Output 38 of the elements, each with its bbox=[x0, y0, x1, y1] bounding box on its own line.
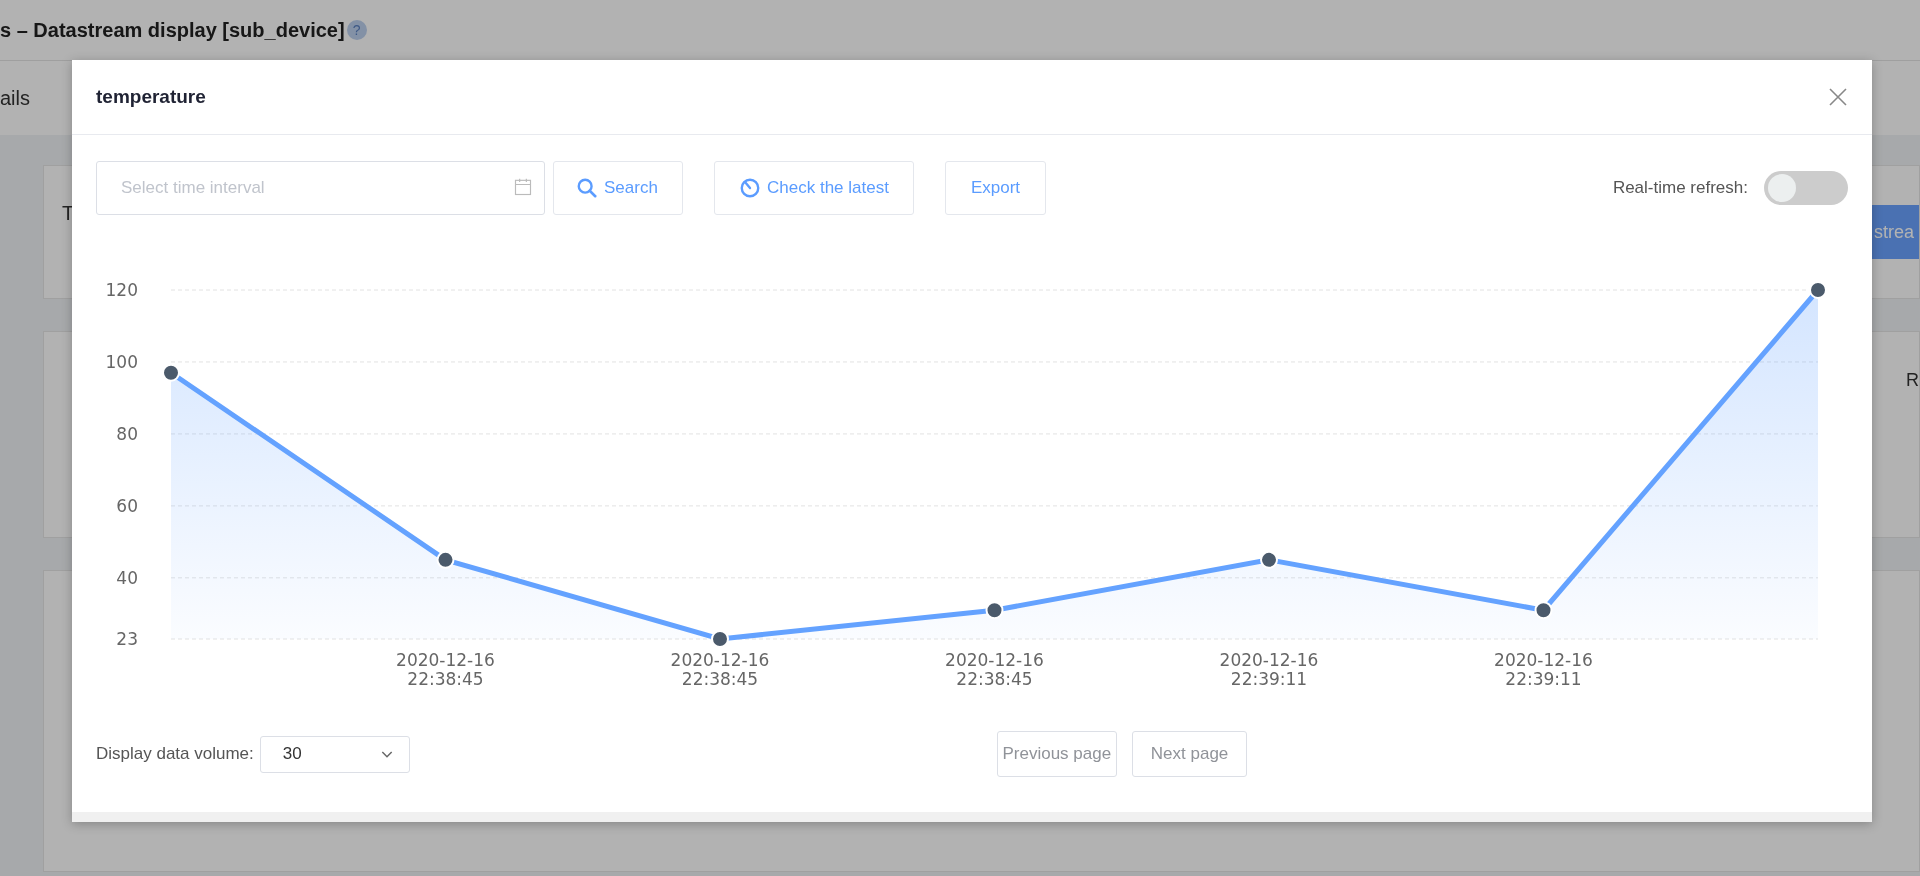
axis-label: 60 bbox=[116, 495, 138, 516]
tab-label[interactable]: ails bbox=[0, 86, 30, 110]
data-point bbox=[711, 630, 729, 648]
data-point bbox=[1534, 601, 1553, 620]
data-point bbox=[1260, 550, 1278, 569]
axis-label: 2020-12-16 22:38:45 bbox=[396, 650, 495, 689]
stream-button[interactable]: strea bbox=[1871, 205, 1919, 259]
volume-select[interactable]: 30 bbox=[259, 735, 410, 773]
latest-button[interactable]: Check the latest bbox=[714, 161, 914, 215]
help-icon[interactable]: ? bbox=[346, 20, 367, 40]
volume-label: Display data volume: bbox=[96, 744, 254, 764]
next-page-button[interactable]: Next page bbox=[1131, 731, 1248, 777]
dialog-title: temperature bbox=[96, 86, 206, 108]
page-title: s – Datastream display [sub_device] bbox=[0, 18, 345, 42]
search-button[interactable]: Search bbox=[553, 161, 683, 215]
axis-label: 2020-12-16 22:38:45 bbox=[945, 650, 1044, 689]
axis-label: 40 bbox=[116, 567, 138, 588]
data-point bbox=[985, 601, 1004, 620]
data-point bbox=[436, 550, 455, 569]
clock-icon bbox=[739, 177, 761, 199]
axis-label: 100 bbox=[105, 351, 138, 372]
axis-label: 2020-12-16 22:39:11 bbox=[1494, 650, 1593, 689]
toggle-switch[interactable] bbox=[1764, 171, 1848, 205]
toggle-label: Real-time refresh: bbox=[1612, 178, 1748, 198]
axis-label: 2020-12-16 22:38:45 bbox=[670, 650, 770, 689]
axis-label: 120 bbox=[105, 280, 138, 300]
data-point bbox=[162, 363, 180, 382]
axis-label: 80 bbox=[116, 423, 138, 444]
axis-label: 2020-12-16 22:39:11 bbox=[1219, 650, 1319, 689]
data-point bbox=[1809, 281, 1827, 299]
search-icon bbox=[576, 177, 598, 199]
export-button[interactable]: Export bbox=[944, 161, 1047, 215]
axis-label: 23 bbox=[116, 629, 138, 649]
column-label: R bbox=[1906, 370, 1919, 391]
close-icon[interactable] bbox=[1828, 87, 1848, 107]
calendar-icon bbox=[513, 177, 533, 197]
previous-page-button[interactable]: Previous page bbox=[996, 731, 1117, 777]
date-range-field[interactable]: Select time interval bbox=[96, 161, 545, 215]
